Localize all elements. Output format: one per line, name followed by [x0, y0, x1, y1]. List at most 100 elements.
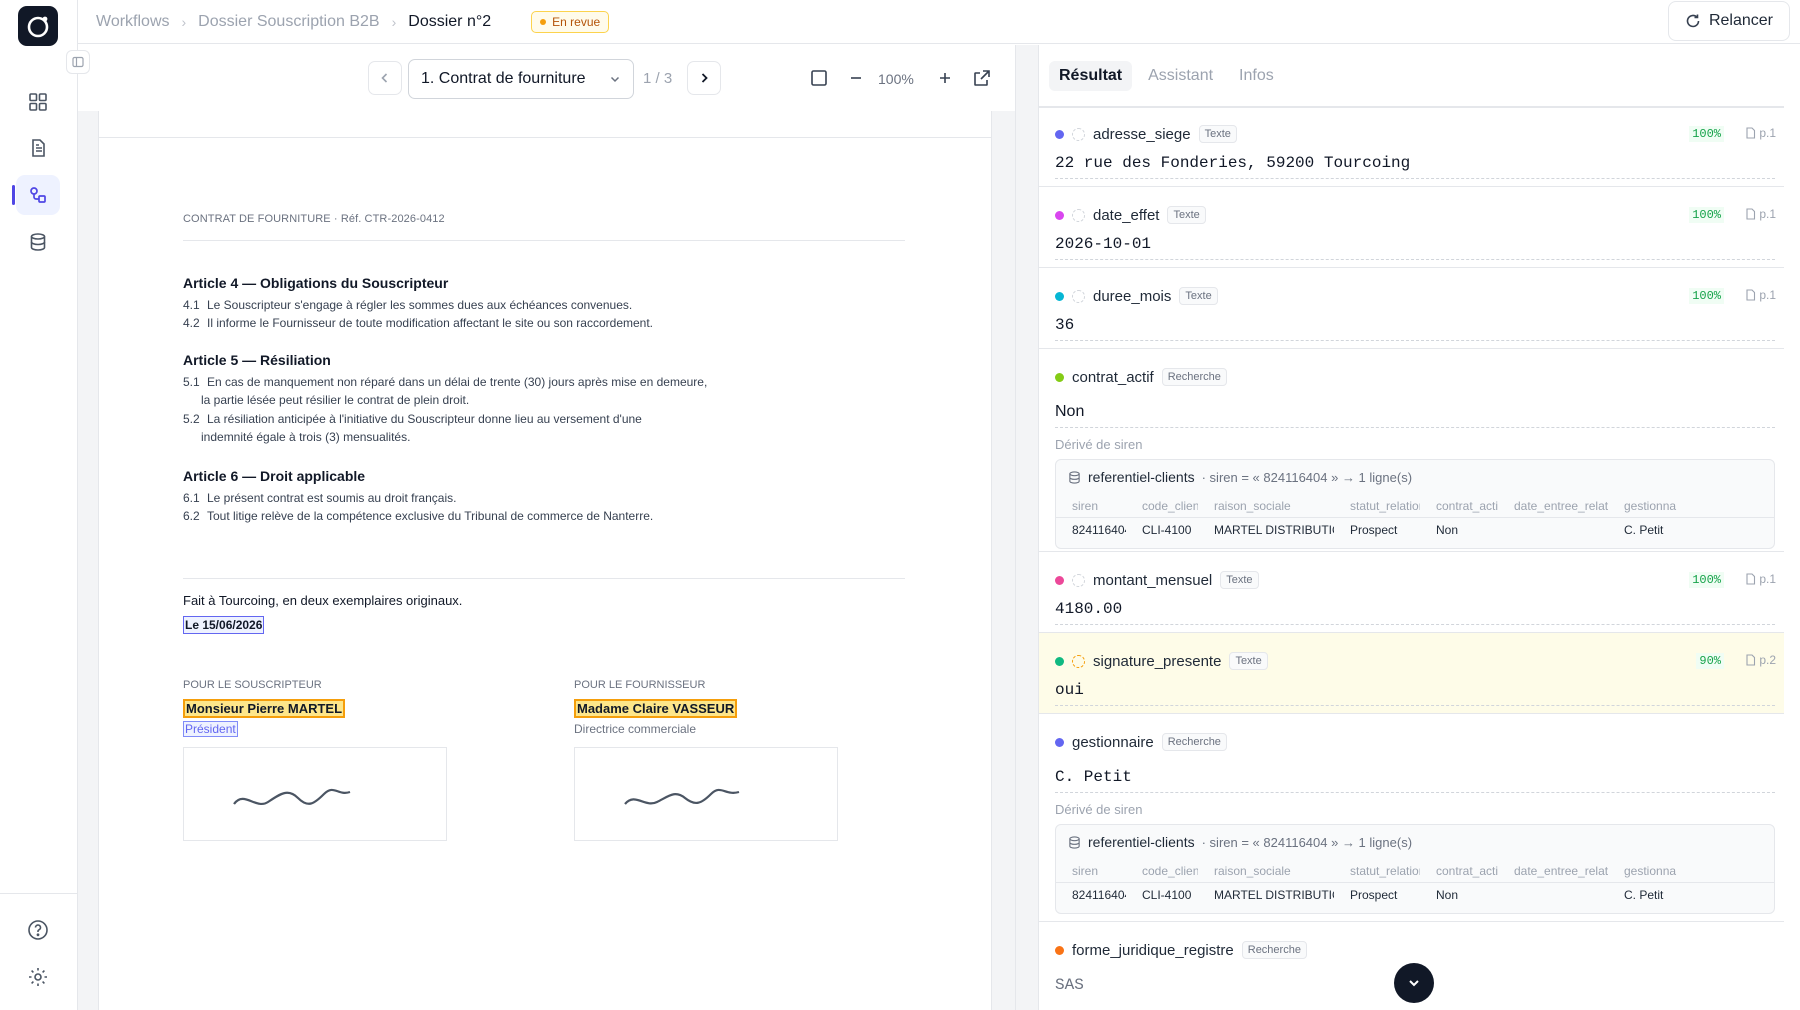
breadcrumb-dossier-souscription[interactable]: Dossier Souscription B2B: [198, 13, 379, 31]
field-date-effet[interactable]: date_effet Texte 100% p.1 2026-10-01: [1039, 187, 1784, 268]
field-color-dot: [1055, 210, 1064, 220]
zoom-in-icon[interactable]: [934, 67, 956, 89]
field-color-dot: [1055, 575, 1064, 585]
field-duree-mois[interactable]: duree_mois Texte 100% p.1 36: [1039, 268, 1784, 349]
article-5-title: Article 5 — Résiliation: [183, 352, 331, 368]
chevron-right-icon: ›: [181, 14, 187, 30]
document-select[interactable]: 1. Contrat de fourniture: [408, 59, 634, 99]
relancer-label: Relancer: [1708, 12, 1773, 29]
souscripteur-signature-box: [183, 747, 447, 841]
table-row[interactable]: 824116404 CLI-4100 MARTEL DISTRIBUTION Pros…: [1056, 518, 1774, 542]
clause-6-2: 6.2 Tout litige relève de la compétence e…: [183, 509, 654, 523]
fournisseur-name-highlight[interactable]: Madame Claire VASSEUR: [574, 699, 738, 718]
field-gestionnaire[interactable]: gestionnaire Recherche C. Petit Dérivé de s…: [1039, 714, 1784, 922]
breadcrumb: Workflows › Dossier Souscription B2B › D…: [96, 0, 610, 44]
clause-5-1: 5.1 En cas de manquement non réparé dans …: [183, 375, 708, 407]
lookup-column-header: code_client: [1142, 498, 1198, 513]
rail-divider: [0, 893, 78, 894]
field-type-badge: Texte: [1220, 571, 1259, 589]
lookup-source: referentiel-clients: [1088, 834, 1195, 850]
lookup-column-header: statut_relation: [1350, 498, 1420, 513]
article-6-title: Article 6 — Droit applicable: [183, 468, 366, 484]
database-icon[interactable]: [16, 222, 60, 262]
dashboard-icon[interactable]: [16, 82, 60, 122]
confidence-badge: 90%: [1696, 653, 1724, 669]
zoom-out-icon[interactable]: [845, 67, 867, 89]
lookup-column-header: siren: [1072, 863, 1099, 878]
help-icon[interactable]: [16, 910, 60, 950]
lookup-cell: Non: [1436, 888, 1459, 902]
lookup-column-header: raison_sociale: [1214, 863, 1291, 878]
lookup-cell: Non: [1436, 523, 1459, 537]
lookup-column-header: date_entree_relation: [1514, 498, 1608, 513]
status-badge: En revue: [531, 11, 610, 33]
lookup-column-header: gestionna: [1624, 498, 1677, 513]
document-select-value: 1. Contrat de fourniture: [421, 70, 586, 87]
field-value[interactable]: oui: [1055, 681, 1775, 706]
lookup-column-header: code_client: [1142, 863, 1198, 878]
field-name: date_effet: [1093, 206, 1160, 224]
lookup-cell: C. Petit: [1624, 523, 1664, 537]
field-value[interactable]: C. Petit: [1055, 768, 1775, 793]
page-reference[interactable]: p.1: [1745, 207, 1776, 221]
field-contrat-actif[interactable]: contrat_actif Recherche Non Dérivé de siren…: [1039, 349, 1784, 552]
fournisseur-role: Directrice commerciale: [574, 722, 697, 736]
signature-divider: [183, 578, 905, 579]
page-icon: [1746, 208, 1756, 220]
workflow-icon[interactable]: [12, 175, 60, 215]
scroll-down-button[interactable]: [1394, 963, 1434, 1003]
document-page: CONTRAT DE FOURNITURE · Réf. CTR-2026-04…: [98, 137, 992, 1010]
breadcrumb-workflows[interactable]: Workflows: [96, 13, 170, 31]
field-color-dot: [1055, 129, 1064, 139]
table-row[interactable]: 824116404 CLI-4100 MARTEL DISTRIBUTION Pros…: [1056, 883, 1774, 907]
previous-document-button[interactable]: [368, 61, 402, 95]
page-reference[interactable]: p.1: [1745, 126, 1776, 140]
lookup-column-header: contrat_actif: [1436, 498, 1498, 513]
app-logo[interactable]: [18, 6, 58, 46]
article-4-title: Article 4 — Obligations du Souscripteur: [183, 275, 449, 291]
fit-page-icon[interactable]: [808, 67, 830, 89]
made-at-text: Fait à Tourcoing, en deux exemplaires or…: [183, 593, 463, 608]
field-value[interactable]: 2026-10-01: [1055, 235, 1775, 260]
lookup-table: siren code_client raison_sociale statut_rel…: [1056, 494, 1774, 542]
pending-status-icon: [1072, 289, 1085, 303]
lookup-cell: CLI-4100: [1142, 523, 1192, 537]
sidebar-collapse-icon[interactable]: [66, 50, 90, 74]
field-value[interactable]: 22 rue des Fonderies, 59200 Tourcoing: [1055, 154, 1775, 179]
settings-gear-icon[interactable]: [16, 957, 60, 997]
clause-5-2: 5.2 La résiliation anticipée à l'initiati…: [183, 412, 642, 444]
clause-4-2: 4.2 Il informe le Fournisseur de toute mo…: [183, 316, 654, 330]
clause-4-1: 4.1 Le Souscripteur s'engage à régler les…: [183, 298, 633, 312]
souscripteur-role-highlight[interactable]: Président: [183, 721, 238, 737]
page-reference[interactable]: p.1: [1745, 572, 1776, 586]
field-montant-mensuel[interactable]: montant_mensuel Texte 100% p.1 4180.00: [1039, 552, 1784, 633]
derived-from-label: Dérivé de siren: [1055, 802, 1143, 817]
field-adresse-siege[interactable]: adresse_siege Texte 100% p.1 22 rue des F…: [1039, 106, 1784, 187]
panel-splitter[interactable]: [1015, 45, 1039, 1010]
page-reference[interactable]: p.2: [1745, 653, 1776, 667]
document-icon[interactable]: [16, 128, 60, 168]
tab-assistant[interactable]: Assistant: [1138, 61, 1223, 91]
open-external-icon[interactable]: [971, 67, 993, 89]
status-dot-icon: [540, 19, 547, 25]
field-value[interactable]: 4180.00: [1055, 600, 1775, 625]
field-type-badge: Texte: [1179, 287, 1218, 305]
next-document-button[interactable]: [687, 61, 721, 95]
page-icon: [1746, 573, 1756, 585]
souscripteur-name-highlight[interactable]: Monsieur Pierre MARTEL: [183, 699, 346, 718]
refresh-icon: [1686, 14, 1700, 28]
field-value[interactable]: 36: [1055, 316, 1775, 341]
signature-date-highlight[interactable]: Le 15/06/2026: [183, 616, 265, 634]
database-icon: [1069, 470, 1080, 484]
field-signature-presente[interactable]: signature_presente Texte 90% p.2 oui: [1039, 633, 1784, 714]
field-color-dot: [1055, 291, 1064, 301]
page-icon: [1746, 127, 1756, 139]
tab-infos[interactable]: Infos: [1229, 61, 1284, 91]
tab-resultat[interactable]: Résultat: [1049, 60, 1133, 91]
page-indicator: 1 / 3: [643, 70, 673, 87]
field-value[interactable]: Non: [1055, 403, 1775, 428]
field-type-badge: Recherche: [1241, 941, 1307, 959]
field-color-dot: [1055, 737, 1064, 747]
relancer-button[interactable]: Relancer: [1667, 1, 1790, 41]
page-reference[interactable]: p.1: [1745, 288, 1776, 302]
